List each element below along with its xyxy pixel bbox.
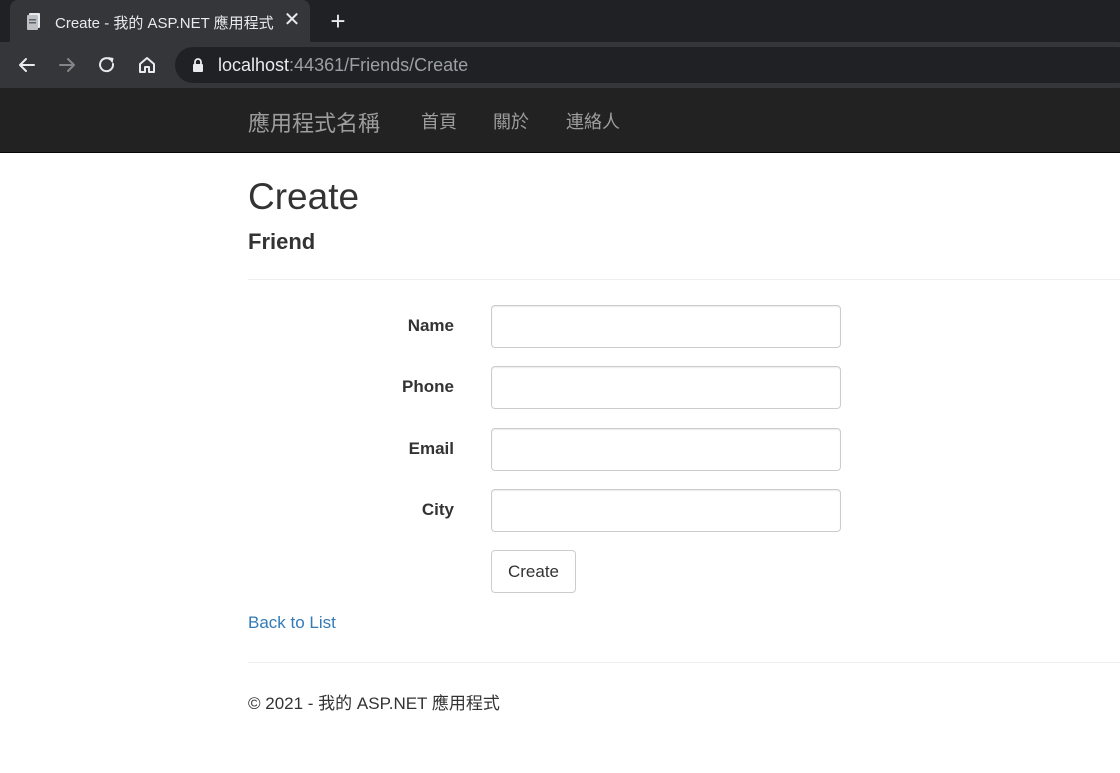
- home-icon[interactable]: [133, 51, 161, 79]
- site-navbar: 應用程式名稱 首頁 關於 連絡人: [0, 88, 1120, 153]
- city-label: City: [421, 500, 454, 519]
- nav-link-contact[interactable]: 連絡人: [566, 108, 620, 134]
- reload-icon[interactable]: [93, 51, 121, 79]
- back-arrow-icon[interactable]: [13, 51, 41, 79]
- forward-arrow-icon[interactable]: [53, 51, 81, 79]
- url-path: :44361/Friends/Create: [289, 55, 469, 75]
- email-label: Email: [408, 439, 454, 458]
- divider: [248, 279, 1120, 280]
- tab-title: Create - 我的 ASP.NET 應用程式: [55, 15, 274, 32]
- name-input[interactable]: [491, 305, 841, 348]
- phone-input[interactable]: [491, 366, 841, 409]
- browser-tab[interactable]: Create - 我的 ASP.NET 應用程式 ✕: [10, 0, 310, 42]
- brand-link[interactable]: 應用程式名稱: [248, 106, 380, 138]
- page-icon: [26, 12, 44, 30]
- back-to-list-link[interactable]: Back to List: [248, 613, 336, 633]
- phone-label: Phone: [402, 377, 454, 396]
- page-subtitle: Friend: [248, 229, 316, 254]
- email-input[interactable]: [491, 428, 841, 471]
- address-bar[interactable]: localhost:44361/Friends/Create: [175, 47, 1120, 83]
- browser-tabstrip: Create - 我的 ASP.NET 應用程式 ✕ +: [0, 0, 1120, 42]
- new-tab-icon[interactable]: +: [325, 8, 351, 34]
- name-label: Name: [407, 316, 454, 335]
- nav-link-about[interactable]: 關於: [493, 108, 529, 134]
- close-icon[interactable]: ✕: [280, 8, 304, 32]
- footer-text: © 2021 - 我的 ASP.NET 應用程式: [248, 694, 500, 713]
- footer-divider: [248, 662, 1120, 663]
- url-text: localhost:44361/Friends/Create: [218, 55, 468, 76]
- city-input[interactable]: [491, 489, 841, 532]
- create-button[interactable]: Create: [491, 550, 576, 593]
- page-title: Create: [248, 176, 360, 217]
- url-host: localhost: [218, 55, 290, 75]
- browser-toolbar: localhost:44361/Friends/Create: [0, 42, 1120, 88]
- lock-icon[interactable]: [191, 58, 205, 72]
- nav-link-home[interactable]: 首頁: [421, 108, 457, 134]
